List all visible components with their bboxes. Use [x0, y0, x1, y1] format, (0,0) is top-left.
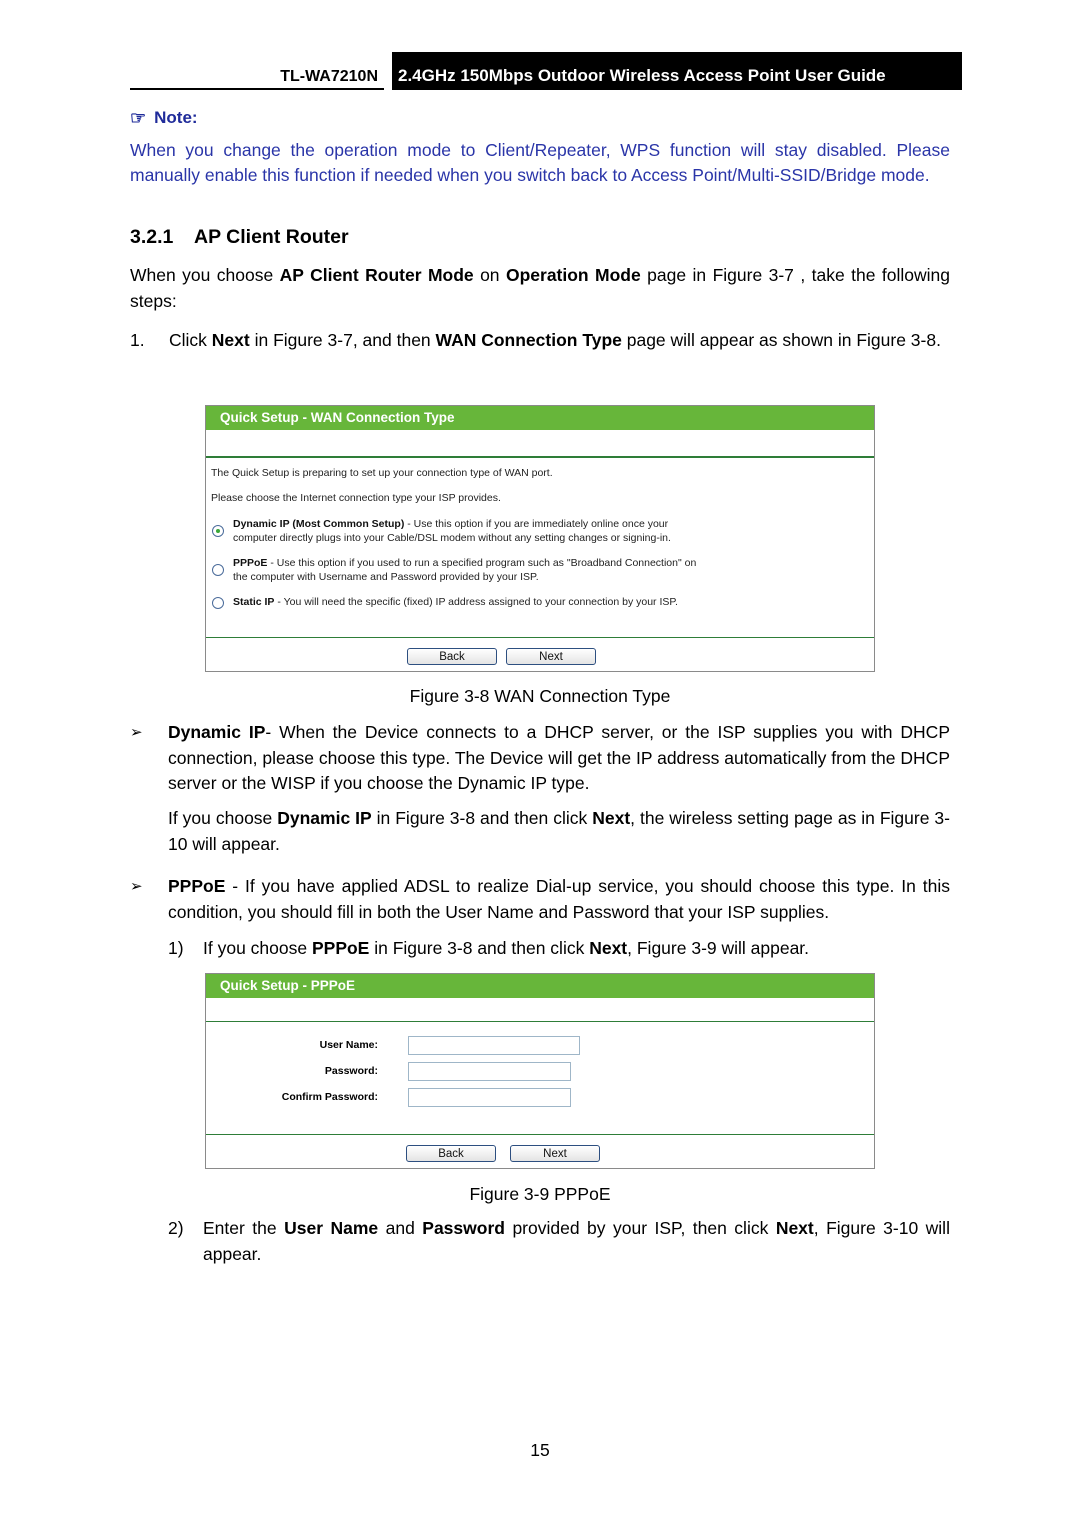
user-name-input[interactable]: [408, 1036, 580, 1055]
figure-pppoe: Quick Setup - PPPoE User Name: Password:…: [205, 973, 875, 1169]
text: on: [473, 265, 506, 285]
text: - If you have applied ADSL to realize Di…: [168, 876, 950, 922]
arrow-bullet-icon: ➢: [130, 724, 143, 741]
bullet-dynamic-ip: ➢ Dynamic IP- When the Device connects t…: [130, 720, 950, 797]
bold-text: Dynamic IP: [168, 722, 266, 742]
bold-text: Operation Mode: [505, 265, 641, 285]
section-number: 3.2.1: [130, 226, 174, 248]
confirm-password-label: Confirm Password:: [281, 1091, 378, 1103]
option-desc: - Use this option if you used to run a s…: [267, 557, 697, 569]
back-button[interactable]: Back: [406, 1145, 496, 1162]
note-label: Note:: [154, 108, 198, 127]
figure-caption: Figure 3-8 WAN Connection Type: [409, 686, 671, 706]
option-label: PPPoE: [233, 557, 268, 569]
option-desc: - Use this option if you are immediately…: [404, 518, 669, 530]
text: in Figure 3-8 and then click: [369, 938, 590, 958]
bold-text: Dynamic IP: [277, 808, 372, 828]
section-title-text: AP Client Router: [194, 226, 349, 248]
divider: [206, 637, 874, 638]
figure-caption: Figure 3-9 PPPoE: [469, 1184, 611, 1204]
bold-text: Password: [422, 1218, 505, 1238]
figure-title-bar: Quick Setup - PPPoE: [206, 974, 874, 998]
next-button[interactable]: Next: [510, 1145, 600, 1162]
back-button[interactable]: Back: [407, 648, 497, 665]
section-title: 3.2.1 AP Client Router: [130, 226, 349, 249]
note-text: When you change the operation mode to Cl…: [130, 140, 950, 185]
text: Click: [169, 330, 212, 350]
text: in Figure 3-7, and then: [249, 330, 436, 350]
text: in Figure 3-8 and then click: [371, 808, 593, 828]
text: and: [378, 1218, 423, 1238]
intro-line-2: Please choose the Internet connection ty…: [211, 492, 501, 504]
figure-wan-connection-type: Quick Setup - WAN Connection Type The Qu…: [205, 405, 875, 672]
intro-line-1: The Quick Setup is preparing to set up y…: [211, 467, 553, 479]
option-static-ip: Static IP - You will need the specific (…: [233, 595, 678, 609]
bold-text: Next: [211, 330, 250, 350]
bullet-pppoe: ➢ PPPoE - If you have applied ADSL to re…: [130, 874, 950, 925]
text: - When the Device connects to a DHCP ser…: [168, 722, 950, 793]
divider: [206, 456, 874, 458]
option-dynamic-ip: Dynamic IP (Most Common Setup) - Use thi…: [233, 517, 671, 545]
user-name-label: User Name:: [319, 1039, 378, 1051]
option-label: Dynamic IP (Most Common Setup): [233, 518, 405, 530]
dynamic-ip-followup: If you choose Dynamic IP in Figure 3-8 a…: [168, 806, 950, 857]
header-model: TL-WA7210N: [130, 64, 384, 90]
bold-text: PPPoE: [168, 876, 226, 896]
text: , Figure 3-9 will appear.: [627, 938, 810, 958]
header-title: 2.4GHz 150Mbps Outdoor Wireless Access P…: [392, 52, 962, 90]
list-number: 1): [168, 938, 184, 958]
option-desc: - You will need the specific (fixed) IP …: [274, 596, 678, 608]
text: Enter the: [203, 1218, 285, 1238]
confirm-password-input[interactable]: [408, 1088, 571, 1107]
divider: [206, 1134, 874, 1135]
text: If you choose: [168, 808, 278, 828]
password-label: Password:: [324, 1065, 378, 1077]
bold-text: AP Client Router Mode: [279, 265, 474, 285]
option-desc: computer directly plugs into your Cable/…: [233, 532, 671, 544]
bold-text: Next: [592, 808, 631, 828]
bold-text: Next: [775, 1218, 814, 1238]
intro-paragraph: When you choose AP Client Router Mode on…: [130, 263, 950, 314]
arrow-bullet-icon: ➢: [130, 878, 143, 895]
password-input[interactable]: [408, 1062, 571, 1081]
text: provided by your ISP, then click: [504, 1218, 776, 1238]
note-heading: ☞ Note:: [130, 108, 198, 128]
step-1: 1. Click Next in Figure 3-7, and then WA…: [130, 328, 953, 354]
list-number: 2): [168, 1218, 184, 1238]
option-label: Static IP: [233, 596, 275, 608]
option-desc: the computer with Username and Password …: [233, 571, 539, 583]
pppoe-step-2: 2) Enter the User Name and Password prov…: [168, 1216, 950, 1267]
bold-text: PPPoE: [311, 938, 370, 958]
pppoe-step-1: 1) If you choose PPPoE in Figure 3-8 and…: [168, 936, 950, 962]
text: If you choose: [203, 938, 312, 958]
radio-pppoe[interactable]: [212, 564, 224, 576]
text: When you choose: [130, 265, 280, 285]
next-button[interactable]: Next: [506, 648, 596, 665]
page-number: 15: [530, 1440, 550, 1460]
radio-static-ip[interactable]: [212, 597, 224, 609]
bold-text: User Name: [284, 1218, 379, 1238]
bold-text: Next: [589, 938, 628, 958]
radio-dynamic-ip[interactable]: [212, 525, 224, 537]
figure-title-bar: Quick Setup - WAN Connection Type: [206, 406, 874, 430]
text: page will appear as shown in Figure 3-8.: [621, 330, 941, 350]
option-pppoe: PPPoE - Use this option if you used to r…: [233, 556, 696, 584]
divider: [206, 1021, 874, 1022]
bold-text: WAN Connection Type: [435, 330, 622, 350]
pointing-hand-icon: ☞: [130, 108, 147, 128]
list-number: 1.: [130, 330, 145, 350]
